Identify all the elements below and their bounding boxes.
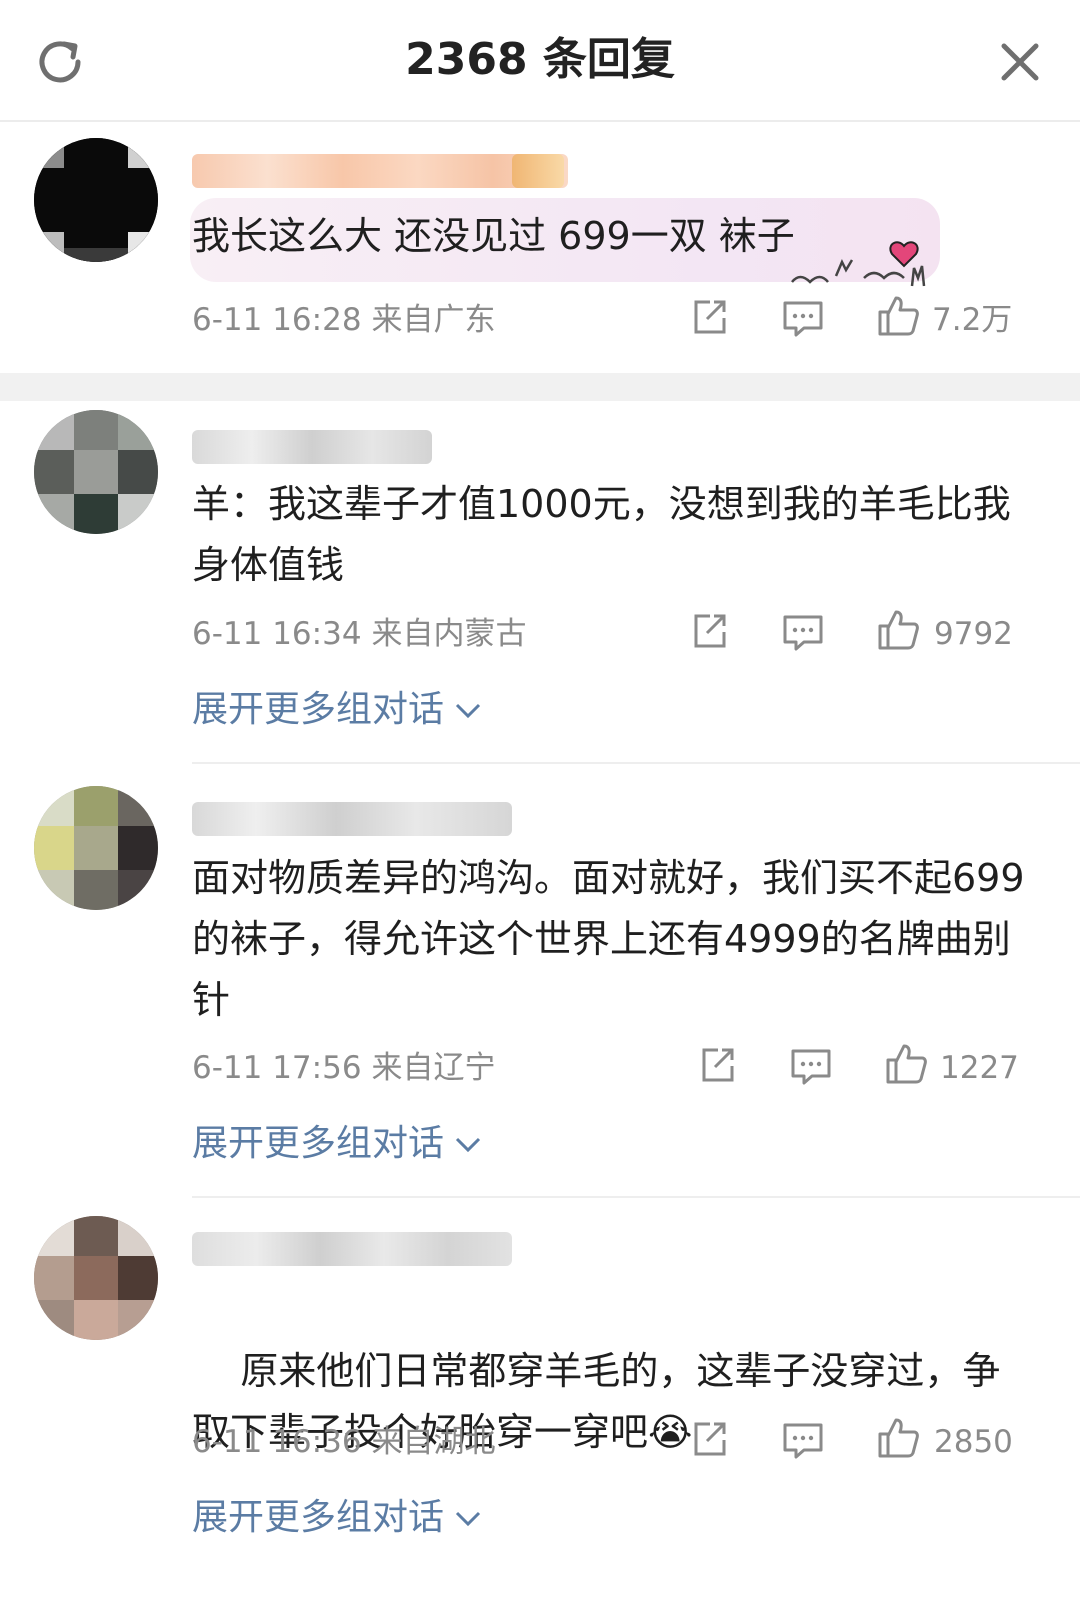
- close-icon[interactable]: [996, 38, 1044, 86]
- share-icon[interactable]: [690, 1420, 730, 1460]
- chevron-down-icon: [455, 1511, 481, 1527]
- expand-conversation-link[interactable]: 展开更多组对话: [192, 1494, 482, 1542]
- section-separator: [0, 373, 1080, 401]
- chevron-down-icon: [455, 703, 481, 719]
- expand-conversation-link[interactable]: 展开更多组对话: [192, 686, 482, 734]
- avatar[interactable]: [34, 1216, 158, 1340]
- chevron-down-icon: [455, 1137, 481, 1153]
- avatar-pixelated-image: [34, 138, 158, 262]
- username-blurred[interactable]: [192, 802, 512, 836]
- avatar[interactable]: [34, 410, 158, 534]
- reply-header: 2368 条回复: [0, 0, 1080, 122]
- username-blurred[interactable]: [192, 430, 432, 464]
- avatar-pixelated-image: [34, 1216, 158, 1340]
- comment-icon[interactable]: [782, 614, 824, 652]
- comment-location: 来自辽宁: [371, 1050, 496, 1086]
- like-count: 7.2万: [932, 302, 1013, 338]
- root-comment: 我长这么大 还没见过 699一双 袜子 6-11 16:28 来自广东 7.2万: [0, 122, 1080, 372]
- comment-time: 6-11 16:36: [192, 1424, 362, 1460]
- like-count: 9792: [934, 616, 1013, 652]
- avatar-pixelated-image: [34, 786, 158, 910]
- heart-hands-sticker-icon: [791, 241, 926, 287]
- comment-meta: 6-11 16:36 来自湖北: [192, 1422, 496, 1462]
- share-icon[interactable]: [690, 612, 730, 652]
- expand-label: 展开更多组对话: [192, 1497, 445, 1538]
- divider: [192, 1196, 1080, 1198]
- comment-text: 原来他们日常都穿羊毛的，这辈子没穿过，争取下辈子投个好胎穿一穿吧😭: [192, 1280, 1030, 1524]
- comment-time: 6-11 16:34: [192, 616, 362, 652]
- comment-meta: 6-11 16:28 来自广东: [192, 300, 496, 340]
- share-icon[interactable]: [698, 1046, 738, 1086]
- like-icon[interactable]: [884, 1042, 928, 1086]
- expand-conversation-link[interactable]: 展开更多组对话: [192, 1120, 482, 1168]
- divider: [192, 762, 1080, 764]
- crying-emoji-icon: 😭: [648, 1410, 693, 1454]
- comment-time: 6-11 16:28: [192, 302, 362, 338]
- reply-item: 原来他们日常都穿羊毛的，这辈子没穿过，争取下辈子投个好胎穿一穿吧😭 6-11 1…: [0, 1200, 1080, 1612]
- reply-item: 羊：我这辈子才值1000元，没想到我的羊毛比我身体值钱 6-11 16:34 来自…: [0, 402, 1080, 764]
- share-icon[interactable]: [690, 298, 730, 338]
- comment-icon[interactable]: [782, 300, 824, 338]
- comment-location: 来自广东: [371, 302, 496, 338]
- comment-meta: 6-11 17:56 来自辽宁: [192, 1048, 496, 1088]
- like-count: 2850: [934, 1424, 1013, 1460]
- username-blurred[interactable]: [192, 1232, 512, 1266]
- comment-location: 来自湖北: [371, 1424, 496, 1460]
- avatar[interactable]: [34, 138, 158, 262]
- expand-label: 展开更多组对话: [192, 689, 445, 730]
- comment-icon[interactable]: [790, 1048, 832, 1086]
- like-count: 1227: [940, 1050, 1019, 1086]
- comment-time: 6-11 17:56: [192, 1050, 362, 1086]
- like-icon[interactable]: [876, 608, 920, 652]
- avatar-pixelated-image: [34, 410, 158, 534]
- comment-text: 羊：我这辈子才值1000元，没想到我的羊毛比我身体值钱: [192, 482, 1011, 587]
- page-title: 2368 条回复: [405, 34, 675, 85]
- user-badge-blurred: [512, 154, 564, 188]
- comment-meta: 6-11 16:34 来自内蒙古: [192, 614, 527, 654]
- reply-item: 面对物质差异的鸿沟。面对就好，我们买不起699的袜子，得允许这个世界上还有499…: [0, 766, 1080, 1198]
- like-icon[interactable]: [876, 294, 920, 338]
- like-icon[interactable]: [876, 1416, 920, 1460]
- expand-label: 展开更多组对话: [192, 1123, 445, 1164]
- comment-location: 来自内蒙古: [371, 616, 527, 652]
- comment-text: 面对物质差异的鸿沟。面对就好，我们买不起699的袜子，得允许这个世界上还有499…: [192, 856, 1025, 1022]
- avatar[interactable]: [34, 786, 158, 910]
- comment-icon[interactable]: [782, 1422, 824, 1460]
